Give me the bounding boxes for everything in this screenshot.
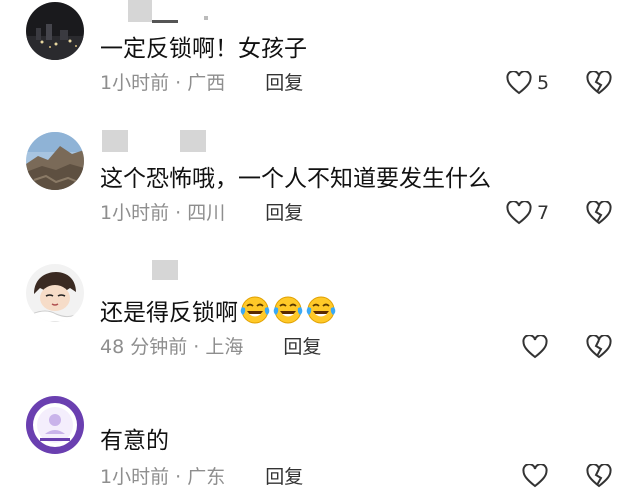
meta-separator: · [175, 466, 182, 488]
reply-button[interactable]: 回复 [265, 466, 303, 488]
avatar[interactable] [26, 396, 84, 454]
comment-meta: 1小时前 · 广东 回复 [100, 464, 303, 490]
comment-item: 有意的 1小时前 · 广东 回复 [0, 0, 640, 499]
comment-location: 广东 [187, 466, 226, 488]
broken-heart-icon[interactable] [586, 464, 612, 488]
purple-circle-avatar-icon [26, 396, 84, 454]
heart-icon[interactable] [522, 464, 548, 488]
comment-text: 有意的 [100, 428, 169, 454]
comment-time: 1小时前 [100, 466, 170, 488]
